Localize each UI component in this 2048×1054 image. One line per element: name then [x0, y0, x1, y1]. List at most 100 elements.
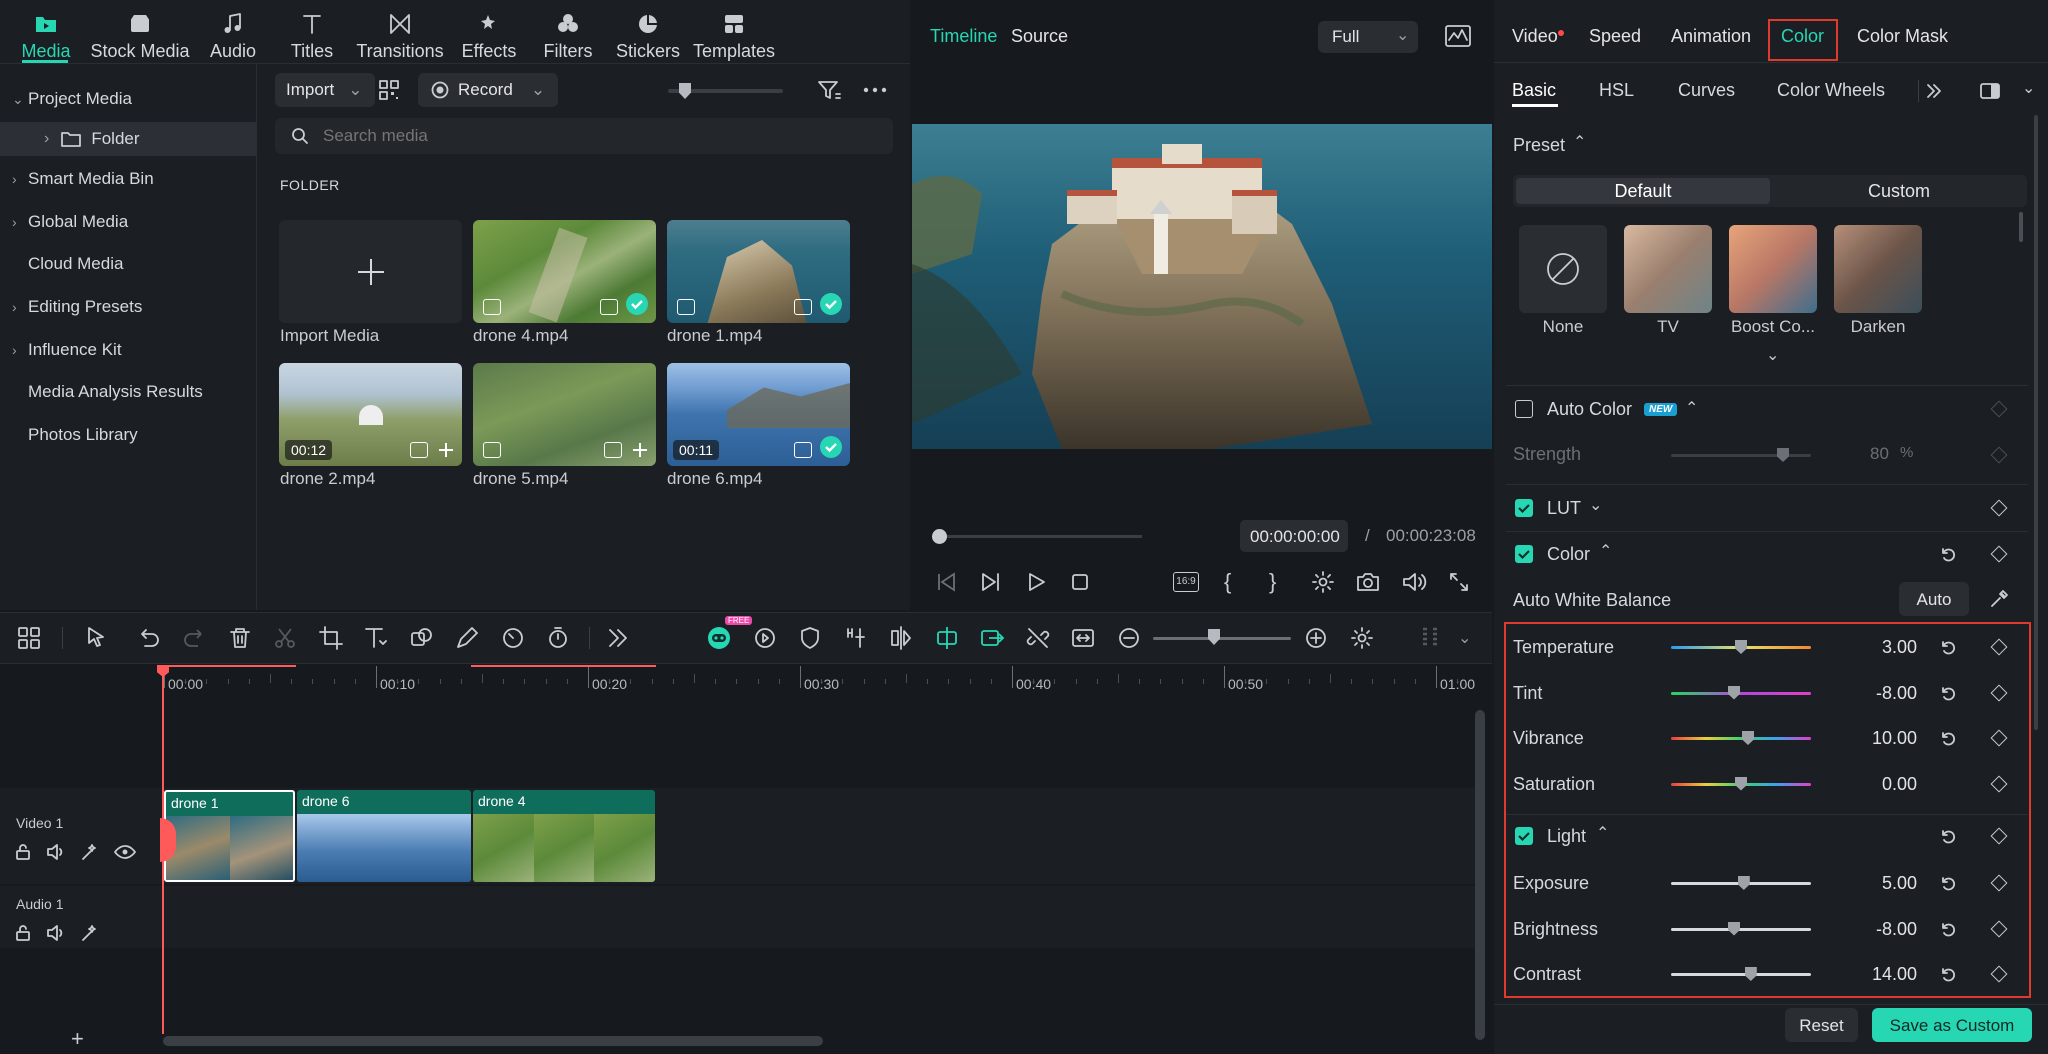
timeline-settings-icon[interactable]	[1349, 625, 1375, 651]
tab-animation[interactable]: Animation	[1671, 26, 1751, 47]
preset-boost-color[interactable]	[1729, 225, 1817, 313]
brightness-value[interactable]: -8.00	[1876, 919, 1917, 940]
lock-icon[interactable]	[14, 843, 32, 861]
contrast-slider[interactable]	[1671, 973, 1811, 976]
qr-import-icon[interactable]	[378, 79, 400, 101]
import-media-tile[interactable]	[279, 220, 462, 323]
tab-templates[interactable]: Templates	[693, 6, 775, 62]
unlink-icon[interactable]	[1025, 625, 1051, 651]
fit-timeline-icon[interactable]	[1070, 625, 1096, 651]
sidebar-item-folder[interactable]: › Folder	[0, 122, 257, 156]
save-as-custom-button[interactable]: Save as Custom	[1872, 1008, 2032, 1042]
subtab-basic[interactable]: Basic	[1512, 80, 1556, 101]
auto-white-balance-button[interactable]: Auto	[1899, 582, 1969, 616]
auto-ripple-icon[interactable]	[934, 625, 960, 651]
speed-ramp-icon[interactable]	[500, 625, 526, 651]
sidebar-item-photos-library[interactable]: Photos Library	[0, 418, 257, 452]
timer-icon[interactable]	[545, 625, 571, 651]
chevron-up-icon[interactable]: ⌃	[1599, 541, 1612, 561]
current-time-box[interactable]: 00:00:00:00	[1240, 520, 1348, 552]
reset-icon[interactable]	[1939, 545, 1957, 563]
preset-none[interactable]	[1519, 225, 1607, 313]
layout-grid-icon[interactable]	[16, 625, 42, 651]
tab-color[interactable]: Color	[1781, 26, 1824, 47]
tab-speed[interactable]: Speed	[1589, 26, 1641, 47]
chevron-up-icon[interactable]: ⌃	[1685, 398, 1698, 418]
settings-gear-icon[interactable]	[1311, 570, 1335, 594]
undo-icon[interactable]	[136, 625, 162, 651]
tab-color-mask[interactable]: Color Mask	[1857, 26, 1948, 47]
auto-beat-icon[interactable]	[752, 625, 778, 651]
light-checkbox[interactable]	[1515, 827, 1533, 845]
tab-filters[interactable]: Filters	[540, 6, 596, 62]
delete-trash-icon[interactable]	[227, 625, 253, 651]
zoom-in-icon[interactable]	[1303, 625, 1329, 651]
redo-icon[interactable]	[181, 625, 207, 651]
reset-icon[interactable]	[1939, 920, 1957, 938]
reset-button[interactable]: Reset	[1785, 1008, 1858, 1042]
tab-effects[interactable]: Effects	[460, 6, 518, 62]
sidebar-item-media-analysis[interactable]: Media Analysis Results	[0, 375, 257, 409]
media-tile-drone-4[interactable]	[473, 220, 656, 323]
filter-icon[interactable]	[816, 78, 842, 104]
aspect-ratio-icon[interactable]: 16:9	[1173, 572, 1199, 592]
tab-timeline[interactable]: Timeline	[930, 26, 997, 47]
tab-stock-media[interactable]: Stock Media	[90, 6, 190, 62]
reset-icon[interactable]	[1939, 638, 1957, 656]
zoom-slider[interactable]	[1153, 637, 1291, 640]
tab-transitions[interactable]: Transitions	[356, 6, 444, 62]
media-tile-drone-2[interactable]: 00:12	[279, 363, 462, 466]
next-frame-icon[interactable]	[979, 570, 1003, 594]
temperature-value[interactable]: 3.00	[1882, 637, 1917, 658]
subtab-curves[interactable]: Curves	[1678, 80, 1735, 101]
play-icon[interactable]	[1024, 570, 1048, 594]
lut-checkbox[interactable]	[1515, 499, 1533, 517]
saturation-value[interactable]: 0.00	[1882, 774, 1917, 795]
more-tools-icon[interactable]	[605, 625, 631, 651]
search-input[interactable]	[323, 122, 863, 150]
mark-out-icon[interactable]: }	[1269, 569, 1276, 595]
strength-slider[interactable]	[1671, 454, 1811, 457]
tab-stickers[interactable]: Stickers	[614, 6, 682, 62]
playhead-knob[interactable]	[932, 529, 947, 544]
progress-track[interactable]	[938, 535, 1142, 538]
reset-icon[interactable]	[1939, 684, 1957, 702]
preset-default-button[interactable]: Default	[1516, 178, 1770, 204]
timeline-clip-drone-6[interactable]: drone 6	[297, 790, 471, 882]
preset-tv[interactable]	[1624, 225, 1712, 313]
volume-icon[interactable]	[1401, 570, 1427, 594]
brightness-slider[interactable]	[1671, 927, 1811, 931]
tab-audio[interactable]: Audio	[206, 6, 260, 62]
sidebar-item-global-media[interactable]: › Global Media	[0, 205, 257, 239]
tint-slider[interactable]	[1671, 691, 1811, 695]
reset-icon[interactable]	[1939, 965, 1957, 983]
media-tile-drone-6[interactable]: 00:11	[667, 363, 850, 466]
zoom-out-icon[interactable]	[1116, 625, 1142, 651]
stop-icon[interactable]	[1070, 572, 1090, 592]
ai-robot-icon[interactable]	[706, 625, 732, 651]
expand-presets-icon[interactable]: ⌄	[1766, 345, 1779, 365]
tab-titles[interactable]: Titles	[286, 6, 338, 62]
sidebar-item-project-media[interactable]: ⌄ Project Media	[0, 82, 257, 116]
record-button[interactable]: Record ⌄	[418, 73, 558, 107]
more-tabs-icon[interactable]	[1925, 82, 1943, 100]
sidebar-item-editing-presets[interactable]: › Editing Presets	[0, 290, 257, 324]
shield-icon[interactable]	[797, 625, 823, 651]
eyedropper-icon[interactable]	[1989, 589, 2009, 609]
vibrance-value[interactable]: 10.00	[1872, 728, 1917, 749]
magnetic-link-icon[interactable]	[979, 625, 1005, 651]
preview-video-frame[interactable]	[912, 124, 1492, 449]
add-to-timeline-icon[interactable]	[632, 442, 648, 458]
chevron-down-icon[interactable]: ⌄	[2022, 78, 2035, 98]
preset-darken[interactable]	[1834, 225, 1922, 313]
scopes-icon[interactable]	[1444, 24, 1472, 48]
mute-speaker-icon[interactable]	[46, 924, 66, 942]
reset-icon[interactable]	[1939, 729, 1957, 747]
timeline-clip-drone-1[interactable]: drone 1	[164, 790, 295, 882]
property-scrollbar[interactable]	[2034, 115, 2038, 730]
timeline-horizontal-scrollbar[interactable]	[163, 1036, 823, 1046]
exposure-value[interactable]: 5.00	[1882, 873, 1917, 894]
shape-mask-icon[interactable]	[409, 625, 435, 651]
sidebar-item-smart-media-bin[interactable]: › Smart Media Bin	[0, 162, 257, 196]
timeline-clip-drone-4[interactable]: drone 4	[473, 790, 655, 882]
